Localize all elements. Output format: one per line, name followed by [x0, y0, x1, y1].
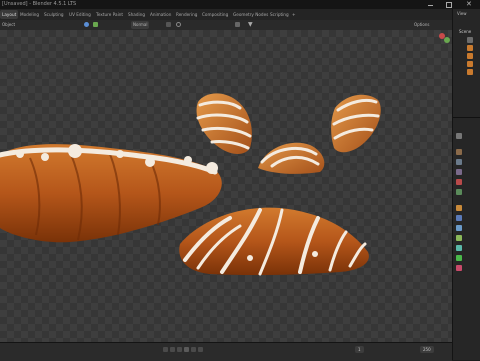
minimize-icon[interactable]: [428, 5, 433, 6]
croissant-small-middle[interactable]: [258, 142, 325, 174]
tab-compositing[interactable]: Compositing: [202, 10, 228, 19]
prev-keyframe-icon[interactable]: [170, 347, 175, 352]
tab-sculpting[interactable]: Sculpting: [44, 10, 64, 19]
view-layer-icon[interactable]: [456, 169, 462, 175]
jump-end-icon[interactable]: [198, 347, 203, 352]
data-properties-icon[interactable]: [456, 255, 462, 261]
add-workspace-button[interactable]: +: [292, 10, 296, 19]
scene-properties-icon[interactable]: [456, 179, 462, 185]
modifier-properties-icon[interactable]: [456, 215, 462, 221]
collection-icon[interactable]: [467, 37, 473, 43]
tab-uv-editing[interactable]: UV Editing: [69, 10, 91, 19]
frame-start-field[interactable]: 1: [355, 346, 364, 353]
object-properties-icon[interactable]: [456, 205, 462, 211]
gizmo-y-icon[interactable]: [444, 37, 450, 43]
transform-orientation-dropdown[interactable]: Normal: [131, 21, 150, 29]
croissant-large[interactable]: [0, 144, 222, 243]
outliner-view-label[interactable]: View: [457, 11, 467, 16]
mesh-icon[interactable]: [467, 53, 473, 59]
constraints-icon[interactable]: [456, 245, 462, 251]
tab-geometry-nodes[interactable]: Geometry Nodes: [233, 10, 268, 19]
render-properties-icon[interactable]: [456, 149, 462, 155]
scene-render: [0, 33, 450, 276]
next-keyframe-icon[interactable]: [191, 347, 196, 352]
world-properties-icon[interactable]: [456, 189, 462, 195]
croissant-bottom-right[interactable]: [179, 207, 369, 276]
viewport-header: Object Select Box Normal ▼ Options: [0, 20, 452, 39]
maximize-icon[interactable]: [446, 2, 452, 8]
transform-orientation-icon[interactable]: [93, 22, 98, 27]
tool-properties-icon[interactable]: [456, 133, 462, 139]
frame-end-field[interactable]: 250: [420, 346, 434, 353]
mesh-icon[interactable]: [467, 45, 473, 51]
physics-icon[interactable]: [456, 235, 462, 241]
play-reverse-icon[interactable]: [177, 347, 182, 352]
tab-layout[interactable]: Layout: [0, 10, 19, 19]
options-dropdown[interactable]: Options: [414, 21, 429, 29]
tab-shading[interactable]: Shading: [128, 10, 145, 19]
tab-texture-paint[interactable]: Texture Paint: [96, 10, 123, 19]
workspace-tabs: Layout Modeling Sculpting UV Editing Tex…: [0, 9, 480, 20]
visibility-icon[interactable]: [235, 22, 240, 27]
croissant-small-top-left[interactable]: [196, 93, 252, 154]
filter-icon[interactable]: ▼: [248, 21, 253, 29]
3d-viewport[interactable]: [0, 30, 452, 342]
particles-icon[interactable]: [456, 225, 462, 231]
play-icon[interactable]: [184, 347, 189, 352]
outliner-scene-label[interactable]: Scene: [459, 29, 471, 34]
tab-animation[interactable]: Animation: [150, 10, 171, 19]
mesh-icon[interactable]: [467, 69, 473, 75]
snap-icon[interactable]: [166, 22, 171, 27]
croissant-small-right[interactable]: [331, 94, 381, 153]
tab-scripting[interactable]: Scripting: [270, 10, 289, 19]
gizmo-x-icon[interactable]: [439, 33, 445, 39]
right-panels: View Scene: [452, 9, 480, 360]
timeline: 1 250: [0, 342, 452, 361]
output-properties-icon[interactable]: [456, 159, 462, 165]
object-mode-label[interactable]: Object: [2, 21, 15, 29]
title-bar: [Unsaved] - Blender 4.5.1 LTS ✕: [0, 0, 480, 9]
proportional-edit-icon[interactable]: [176, 22, 181, 27]
window-title: [Unsaved] - Blender 4.5.1 LTS: [2, 1, 77, 7]
jump-start-icon[interactable]: [163, 347, 168, 352]
mesh-icon[interactable]: [467, 61, 473, 67]
panel-divider[interactable]: [453, 117, 480, 118]
tab-rendering[interactable]: Rendering: [176, 10, 197, 19]
close-icon[interactable]: ✕: [466, 0, 472, 9]
globe-icon[interactable]: [84, 22, 89, 27]
material-properties-icon[interactable]: [456, 265, 462, 271]
tab-modeling[interactable]: Modeling: [20, 10, 39, 19]
